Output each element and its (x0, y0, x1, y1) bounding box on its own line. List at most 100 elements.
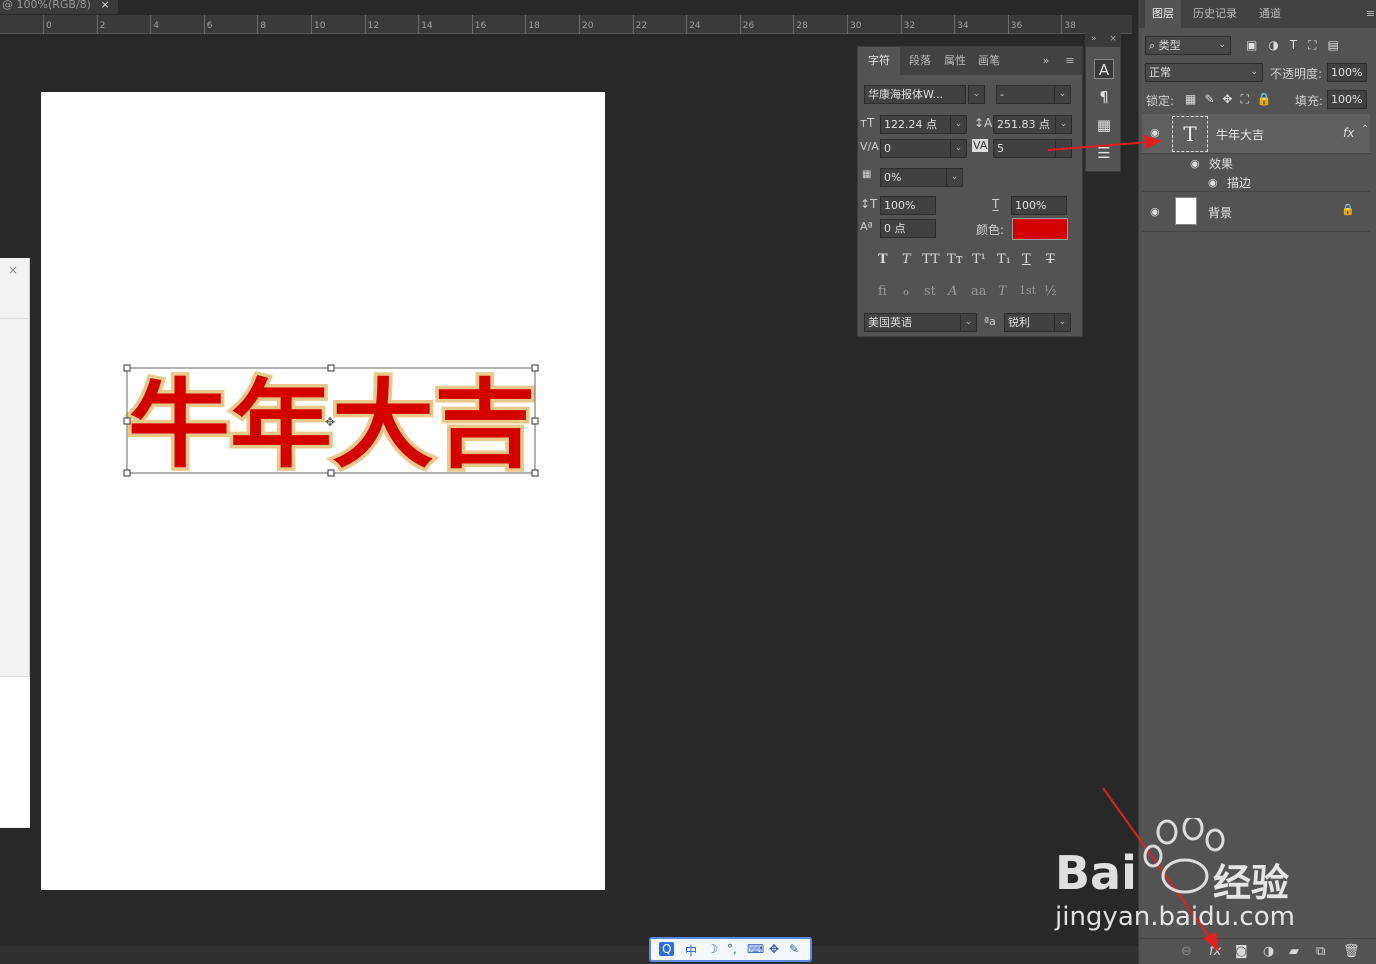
blend-mode-select[interactable]: 正常 ⌄ (1145, 63, 1263, 82)
superscript-button[interactable]: T¹ (972, 252, 986, 267)
faux-bold-button[interactable]: T (878, 252, 888, 267)
ruler-label: 8 (260, 21, 267, 31)
chevron-down-icon[interactable]: ⌄ (1054, 85, 1071, 104)
ime-punctuation-icon[interactable]: °, (727, 942, 737, 956)
strikethrough-button[interactable]: T (1046, 252, 1055, 267)
ime-toolbar[interactable]: Q 中 ☽ °, ⌨ ✥ ✎ (649, 937, 812, 962)
lock-icons[interactable]: ▦✎✥⛶🔒 (1185, 92, 1280, 107)
collapse-icon[interactable]: » (1091, 34, 1097, 44)
tab-properties[interactable]: 属性 (938, 47, 972, 75)
layer-row-background[interactable]: ◉ 背景 🔒 (1142, 192, 1370, 232)
underline-button[interactable]: T (1022, 252, 1031, 267)
subscript-button[interactable]: T₁ (997, 252, 1011, 267)
folder-icon[interactable]: ▰ (1289, 944, 1299, 959)
tab-layers[interactable]: 图层 (1145, 0, 1181, 28)
font-style-field[interactable]: - (996, 85, 1056, 104)
horizontal-scale-field[interactable]: 100% (1011, 196, 1067, 215)
titling-alternates-button[interactable]: aa (971, 284, 987, 299)
ruler-tick (311, 15, 312, 34)
ruler-label: 26 (742, 21, 755, 31)
eye-icon[interactable]: ◉ (1190, 157, 1200, 170)
fill-field[interactable]: 100% (1327, 90, 1367, 109)
ruler-tick (1061, 15, 1063, 34)
keyboard-icon[interactable]: ⌨ (747, 942, 764, 956)
swash-button[interactable]: A (948, 284, 957, 299)
effects-label: 效果 (1209, 157, 1234, 171)
ruler-tick (471, 15, 473, 34)
ime-chinese-toggle[interactable]: 中 (685, 942, 697, 959)
ruler-label: 28 (796, 21, 808, 31)
kerning-field[interactable]: 0 (880, 139, 952, 158)
chevron-down-icon[interactable]: ⌄ (950, 115, 967, 134)
ruler-label: 36 (1010, 21, 1023, 31)
chevron-up-icon[interactable]: ⌃ (1361, 124, 1369, 135)
adjustment-layer-icon[interactable]: ◑ (1263, 944, 1274, 959)
text-color-swatch[interactable] (1012, 218, 1068, 240)
character-panel-icon[interactable]: A (1094, 59, 1114, 79)
layer-name[interactable]: 背景 (1208, 204, 1232, 221)
ornaments-button[interactable]: T (998, 284, 1007, 299)
all-caps-button[interactable]: TT (922, 252, 940, 267)
tab-history[interactable]: 历史记录 (1185, 0, 1245, 28)
ime-logo-icon[interactable]: Q (659, 942, 675, 956)
tab-brush[interactable]: 画笔 (972, 47, 1006, 75)
wrench-icon[interactable]: ✎ (789, 942, 799, 956)
opacity-field[interactable]: 100% (1327, 63, 1367, 82)
chevron-down-icon[interactable]: ⌄ (946, 168, 963, 187)
ruler-label: 22 (635, 21, 648, 31)
chevron-down-icon[interactable]: ⌄ (968, 85, 985, 104)
language-field[interactable]: 美国英语 (864, 313, 962, 332)
fractions-button[interactable]: ½ (1044, 284, 1057, 299)
new-layer-icon[interactable]: ⧉ (1316, 944, 1325, 959)
antialias-field[interactable]: 锐利 (1004, 313, 1056, 332)
layer-row-text[interactable]: ◉ T 牛年大吉 fx ⌃ (1142, 114, 1370, 154)
discretionary-ligatures-button[interactable]: ℴ (903, 284, 909, 299)
ime-moon-icon[interactable]: ☽ (707, 942, 718, 956)
trash-icon[interactable]: 🗑 (1343, 944, 1360, 959)
canvas-text-layer[interactable]: 牛年大吉 ✥ (120, 360, 545, 480)
ruler-tick (418, 15, 420, 34)
panel-menu-icon[interactable]: ≡ (1060, 47, 1080, 75)
small-caps-button[interactable]: Tт (947, 252, 963, 267)
eye-icon[interactable]: ◉ (1150, 205, 1160, 218)
expand-icon[interactable]: » (1036, 47, 1056, 75)
tab-paragraph[interactable]: 段落 (902, 47, 938, 75)
filter-icons[interactable]: ▣◑T⛶▤ (1246, 38, 1350, 53)
faux-italic-button[interactable]: T (902, 252, 911, 267)
filter-kind-select[interactable]: ⌕ 类型 ⌄ (1145, 36, 1231, 55)
ruler-tick (847, 15, 848, 34)
search-icon: ⌕ (1149, 39, 1159, 52)
ordinals-button[interactable]: 1st (1019, 284, 1036, 297)
close-icon[interactable]: × (8, 263, 18, 277)
font-size-field[interactable]: 122.24 点 (880, 115, 952, 134)
character-panel: 字符 段落 属性 画笔 » ≡ 华康海报体W... ⌄ - ⌄ ᴛT 122.2… (857, 46, 1083, 337)
panel-menu-icon[interactable]: ≡ (1365, 0, 1376, 28)
layer-name[interactable]: 牛年大吉 (1216, 126, 1264, 143)
font-family-field[interactable]: 华康海报体W... (864, 85, 966, 104)
partial-dialog: × (0, 258, 30, 828)
paragraph-panel-icon[interactable]: ¶ (1094, 87, 1114, 107)
chevron-down-icon[interactable]: ⌄ (1054, 313, 1071, 332)
tab-character[interactable]: 字符 (858, 47, 900, 75)
close-icon[interactable]: × (1109, 34, 1117, 44)
add-mask-icon[interactable]: ◙ (1235, 944, 1248, 959)
eye-icon[interactable]: ◉ (1208, 176, 1218, 189)
ruler-tick (150, 15, 152, 34)
document-page[interactable] (41, 92, 605, 890)
fx-icon[interactable]: fx (1343, 126, 1354, 140)
vertical-scale-field[interactable]: 100% (880, 196, 936, 215)
close-icon[interactable]: × (100, 0, 109, 11)
stroke-effect-label[interactable]: 描边 (1227, 174, 1251, 191)
horizontal-scale-icon: T̲ (992, 197, 1000, 211)
chevron-down-icon[interactable]: ⌄ (950, 139, 967, 158)
filter-kind-label: 类型 (1158, 39, 1181, 52)
chevron-down-icon[interactable]: ⌄ (960, 313, 977, 332)
tab-channels[interactable]: 通道 (1249, 0, 1291, 28)
font-size-icon: ᴛT (860, 116, 875, 130)
stylistic-alternates-button[interactable]: st (924, 284, 936, 299)
document-tab[interactable]: @ 100%(RGB/8) × (0, 0, 118, 14)
ime-tools-icon[interactable]: ✥ (769, 942, 779, 956)
baseline-shift-field[interactable]: 0 点 (880, 219, 936, 238)
ligatures-button[interactable]: fi (878, 284, 887, 299)
tsume-field[interactable]: 0% (880, 168, 948, 187)
